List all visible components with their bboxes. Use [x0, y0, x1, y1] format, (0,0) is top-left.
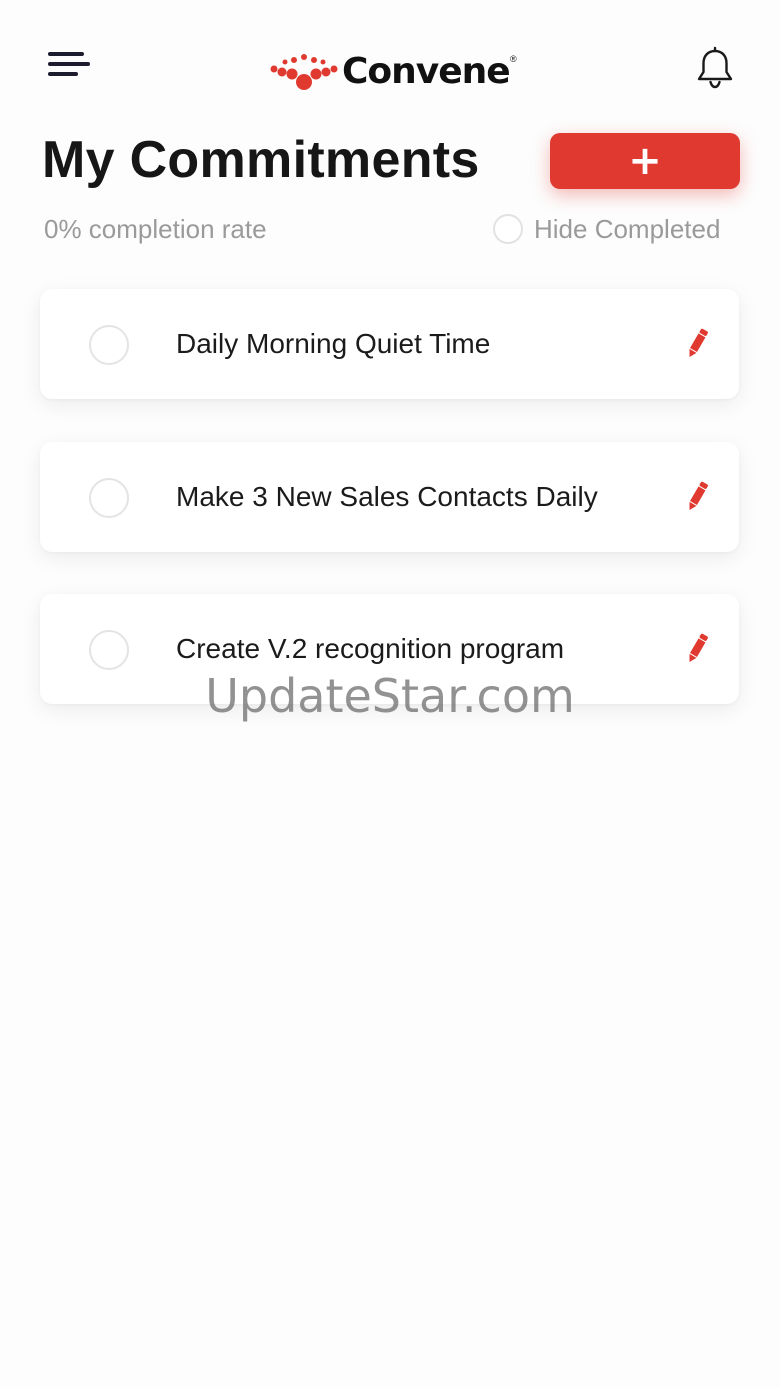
- hamburger-menu-icon[interactable]: [46, 48, 92, 80]
- completion-rate: 0% completion rate: [44, 214, 267, 244]
- commitment-checkbox[interactable]: [89, 630, 129, 670]
- commitment-label: Make 3 New Sales Contacts Daily: [176, 481, 598, 512]
- convene-logo: Convene ®: [270, 50, 520, 96]
- commitment-checkbox[interactable]: [89, 478, 129, 518]
- page-title: My Commitments: [42, 131, 480, 189]
- logo-wordmark: Convene: [342, 51, 511, 92]
- commitment-label: Daily Morning Quiet Time: [176, 328, 491, 359]
- pencil-icon[interactable]: [682, 480, 712, 514]
- hide-completed-radio[interactable]: [493, 214, 523, 244]
- bell-icon[interactable]: [694, 46, 736, 90]
- commitment-card[interactable]: Create V.2 recognition program: [40, 594, 739, 704]
- convene-logo-mark-icon: [270, 54, 338, 90]
- app-header: Convene ®: [0, 0, 780, 120]
- hide-completed-label: Hide Completed: [534, 214, 721, 244]
- add-commitment-button[interactable]: +: [550, 133, 740, 189]
- pencil-icon[interactable]: [682, 327, 712, 361]
- pencil-icon[interactable]: [682, 632, 712, 666]
- registered-mark: ®: [510, 54, 517, 64]
- commitment-checkbox[interactable]: [89, 325, 129, 365]
- hide-completed-toggle[interactable]: Hide Completed: [493, 212, 743, 246]
- commitment-card[interactable]: Daily Morning Quiet Time: [40, 289, 739, 399]
- commitment-label: Create V.2 recognition program: [176, 633, 565, 664]
- commitment-card[interactable]: Make 3 New Sales Contacts Daily: [40, 442, 739, 552]
